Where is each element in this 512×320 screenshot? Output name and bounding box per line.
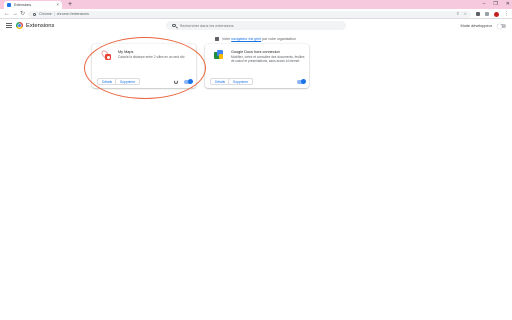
reload-icon[interactable]: ↻ — [20, 10, 25, 18]
extensions-header: Extensions Mode développeur — [0, 19, 512, 34]
extensions-puzzle-icon[interactable] — [476, 12, 480, 16]
remove-button[interactable]: Supprimer — [115, 78, 141, 85]
restore-icon[interactable]: ❐ — [493, 0, 497, 9]
extension-description: Modifiez, créez et consultez des documen… — [231, 55, 305, 64]
tab-strip: Extensions × + – ❐ ✕ — [0, 0, 512, 9]
toolbar-actions: ⋮ — [476, 10, 509, 18]
tab-extensions[interactable]: Extensions × — [4, 1, 62, 9]
google-docs-icon — [214, 50, 224, 60]
menu-kebab-icon[interactable]: ⋮ — [504, 11, 509, 17]
bookmark-star-icon[interactable]: ☆ — [463, 11, 467, 16]
developer-mode-toggle[interactable] — [497, 23, 506, 29]
browser-toolbar: ← → ↻ Chrome | chrome://extensions ⇪ ☆ ⋮ — [0, 9, 512, 19]
omnibox-actions: ⇪ ☆ — [456, 11, 467, 16]
remove-button[interactable]: Supprimer — [228, 78, 254, 85]
puzzle-icon — [7, 3, 11, 7]
close-window-icon[interactable]: ✕ — [506, 0, 510, 9]
share-icon[interactable]: ⇪ — [456, 11, 459, 16]
menu-hamburger-icon[interactable] — [6, 23, 12, 28]
tab-close-icon[interactable]: × — [56, 2, 59, 7]
side-panel-icon[interactable] — [485, 12, 489, 16]
address-bar[interactable]: Chrome | chrome://extensions ⇪ ☆ — [28, 10, 471, 18]
extension-card-my-maps: My Maps Calcule la distance entre 2 vill… — [92, 44, 196, 88]
managed-text-before: Votre — [222, 37, 231, 41]
managed-text-after: par votre organisation — [262, 37, 297, 41]
minimize-icon[interactable]: – — [483, 0, 486, 9]
managed-notice: Votre navigateur est géré par votre orga… — [215, 37, 296, 41]
search-input[interactable] — [179, 23, 330, 28]
extension-name: Google Docs hors connexion — [231, 50, 280, 54]
enable-toggle[interactable] — [297, 79, 306, 84]
enable-toggle[interactable] — [184, 79, 193, 84]
search-box[interactable] — [166, 21, 346, 30]
tab-title: Extensions — [14, 3, 32, 7]
site-label: Chrome — [39, 12, 52, 16]
window-controls: – ❐ ✕ — [483, 0, 510, 9]
back-icon[interactable]: ← — [4, 10, 10, 18]
url-separator: | — [53, 12, 55, 16]
page-title: Extensions — [26, 22, 55, 29]
reload-extension-icon[interactable] — [174, 79, 178, 84]
building-icon — [215, 37, 219, 41]
chrome-site-icon — [33, 12, 36, 16]
developer-mode-label: Mode développeur — [460, 23, 492, 28]
profile-avatar[interactable] — [494, 11, 499, 17]
map-pin-icon — [100, 49, 111, 60]
search-icon — [172, 23, 176, 28]
extension-description: Calcule la distance entre 2 villes en un… — [118, 55, 185, 59]
forward-icon[interactable]: → — [12, 10, 18, 18]
new-tab-button[interactable]: + — [68, 0, 72, 9]
url-text[interactable]: chrome://extensions — [57, 12, 89, 16]
extension-name: My Maps — [118, 50, 134, 54]
managed-link[interactable]: navigateur est géré — [231, 37, 261, 41]
extension-card-google-docs: Google Docs hors connexion Modifiez, cré… — [205, 44, 309, 88]
chrome-logo-icon — [16, 22, 23, 29]
